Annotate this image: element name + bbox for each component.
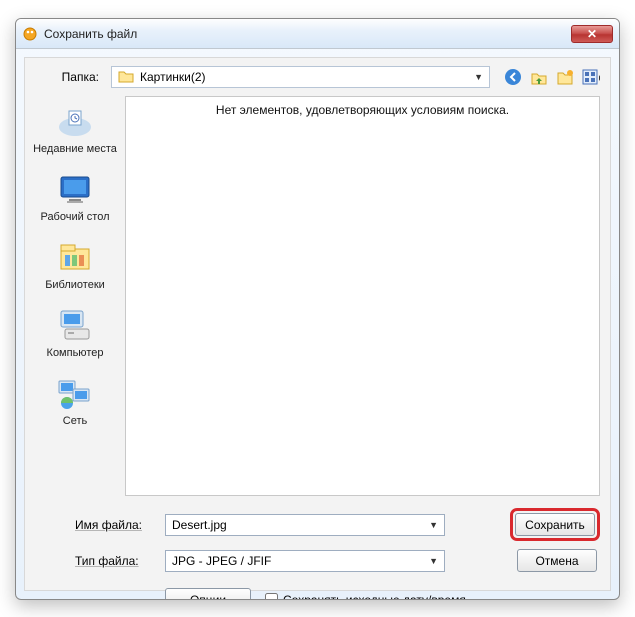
new-folder-icon[interactable] — [556, 68, 574, 86]
filename-input[interactable]: Desert.jpg ▼ — [165, 514, 445, 536]
filetype-label: Тип файла: — [35, 554, 155, 568]
folder-current: Картинки(2) — [140, 70, 206, 84]
cancel-button[interactable]: Отмена — [517, 549, 597, 572]
folder-dropdown[interactable]: Картинки(2) ▼ — [111, 66, 490, 88]
place-libraries[interactable]: Библиотеки — [31, 238, 119, 292]
empty-message: Нет элементов, удовлетворяющих условиям … — [126, 97, 599, 117]
close-icon: ✕ — [587, 27, 597, 41]
back-icon[interactable] — [504, 68, 522, 86]
filetype-value: JPG - JPEG / JFIF — [172, 554, 271, 568]
libraries-icon — [54, 238, 96, 276]
place-network[interactable]: Сеть — [31, 374, 119, 428]
save-file-dialog: Сохранить файл ✕ Папка: Картинки(2) ▼ — [15, 18, 620, 600]
chevron-down-icon: ▼ — [474, 72, 483, 82]
preserve-date-checkbox[interactable]: Сохранять исходные дату/время — [265, 593, 466, 601]
file-list-area[interactable]: Нет элементов, удовлетворяющих условиям … — [125, 96, 600, 496]
filename-value: Desert.jpg — [172, 518, 227, 532]
app-icon — [22, 26, 38, 42]
filetype-dropdown[interactable]: JPG - JPEG / JFIF ▼ — [165, 550, 445, 572]
chevron-down-icon: ▼ — [429, 556, 438, 566]
options-row: Опции Сохранять исходные дату/время — [35, 580, 600, 600]
filename-row: Имя файла: Desert.jpg ▼ Сохранить — [35, 508, 600, 541]
titlebar[interactable]: Сохранить файл ✕ — [16, 19, 619, 49]
nav-toolbar — [496, 68, 600, 86]
place-label: Компьютер — [31, 347, 119, 360]
up-one-level-icon[interactable] — [530, 68, 548, 86]
window-title: Сохранить файл — [44, 27, 571, 41]
preserve-date-input[interactable] — [265, 593, 278, 600]
place-label: Библиотеки — [31, 279, 119, 292]
place-computer[interactable]: Компьютер — [31, 306, 119, 360]
network-icon — [54, 374, 96, 412]
folder-row: Папка: Картинки(2) ▼ — [25, 58, 610, 96]
place-label: Рабочий стол — [31, 211, 119, 224]
place-label: Недавние места — [31, 143, 119, 156]
save-button-highlight: Сохранить — [510, 508, 600, 541]
views-icon[interactable] — [582, 68, 600, 86]
recent-places-icon — [54, 102, 96, 140]
options-button[interactable]: Опции — [165, 588, 251, 600]
close-button[interactable]: ✕ — [571, 25, 613, 43]
places-bar: Недавние места Рабочий стол Библиотеки — [25, 96, 125, 496]
place-label: Сеть — [31, 415, 119, 428]
place-desktop[interactable]: Рабочий стол — [31, 170, 119, 224]
folder-label: Папка: — [35, 70, 105, 84]
dialog-content: Папка: Картинки(2) ▼ — [24, 57, 611, 591]
save-button[interactable]: Сохранить — [515, 513, 595, 536]
filename-label: Имя файла: — [35, 518, 155, 532]
folder-icon — [118, 69, 134, 86]
filetype-row: Тип файла: JPG - JPEG / JFIF ▼ Отмена — [35, 547, 600, 574]
place-recent[interactable]: Недавние места — [31, 102, 119, 156]
computer-icon — [54, 306, 96, 344]
main-area: Недавние места Рабочий стол Библиотеки — [25, 96, 610, 496]
desktop-icon — [54, 170, 96, 208]
chevron-down-icon: ▼ — [429, 520, 438, 530]
preserve-date-label: Сохранять исходные дату/время — [283, 593, 466, 601]
bottom-panel: Имя файла: Desert.jpg ▼ Сохранить Тип фа… — [25, 496, 610, 600]
